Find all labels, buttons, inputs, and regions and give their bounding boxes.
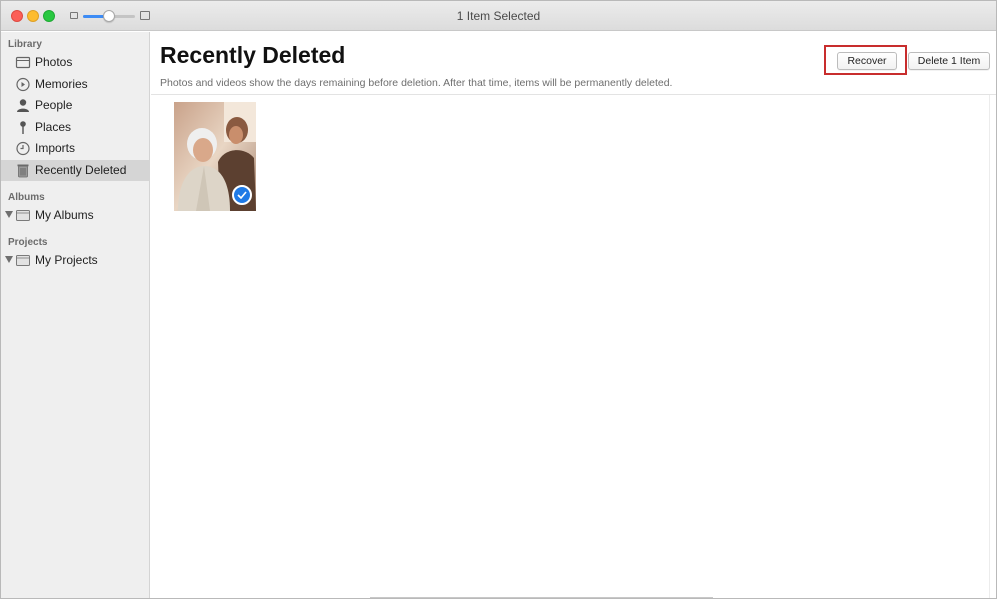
page-subtitle: Photos and videos show the days remainin… xyxy=(160,77,673,89)
sidebar-item-my-albums[interactable]: My Albums xyxy=(1,205,150,226)
project-folder-icon xyxy=(15,253,31,268)
sidebar-item-photos[interactable]: Photos xyxy=(1,52,150,73)
scroll-track[interactable] xyxy=(989,95,990,598)
disclosure-triangle-icon[interactable] xyxy=(5,256,13,263)
sidebar-item-my-projects[interactable]: My Projects xyxy=(1,250,150,271)
sidebar-section-library: Library xyxy=(8,39,42,50)
sidebar-item-people[interactable]: People xyxy=(1,95,150,116)
pin-icon xyxy=(15,120,31,135)
sidebar-item-label: Imports xyxy=(35,141,76,155)
sidebar-item-memories[interactable]: Memories xyxy=(1,74,150,95)
sidebar: Library Photos Memories People Places Im… xyxy=(1,32,150,598)
sidebar-section-projects: Projects xyxy=(8,237,48,248)
window-title: 1 Item Selected xyxy=(456,9,541,23)
main-content: Recently Deleted Photos and videos show … xyxy=(151,32,996,598)
photos-icon xyxy=(15,55,31,70)
clock-icon xyxy=(15,141,31,156)
sidebar-item-imports[interactable]: Imports xyxy=(1,138,150,159)
recover-button[interactable]: Recover xyxy=(837,52,897,70)
photos-window: 1 Item Selected Library Photos Memories … xyxy=(0,0,997,599)
sidebar-item-label: Photos xyxy=(35,55,73,69)
delete-item-button[interactable]: Delete 1 Item xyxy=(908,52,990,70)
sidebar-item-label: Recently Deleted xyxy=(35,163,127,177)
checkmark-icon xyxy=(237,191,247,199)
sidebar-item-label: My Projects xyxy=(35,253,98,267)
disclosure-triangle-icon[interactable] xyxy=(5,211,13,218)
sidebar-item-label: My Albums xyxy=(35,208,94,222)
sidebar-item-places[interactable]: Places xyxy=(1,117,150,138)
album-folder-icon xyxy=(15,208,31,223)
sidebar-item-label: Places xyxy=(35,120,72,134)
sidebar-item-label: Memories xyxy=(35,77,88,91)
title-bar: 1 Item Selected xyxy=(1,1,996,31)
sidebar-section-albums: Albums xyxy=(8,192,45,203)
memories-icon xyxy=(15,77,31,92)
trash-icon xyxy=(15,163,31,178)
sidebar-item-recently-deleted[interactable]: Recently Deleted xyxy=(1,160,150,181)
header-divider xyxy=(151,94,996,95)
selected-checkmark-icon xyxy=(232,185,252,205)
sidebar-item-label: People xyxy=(35,98,73,112)
person-icon xyxy=(15,98,31,113)
page-title: Recently Deleted xyxy=(160,42,346,68)
